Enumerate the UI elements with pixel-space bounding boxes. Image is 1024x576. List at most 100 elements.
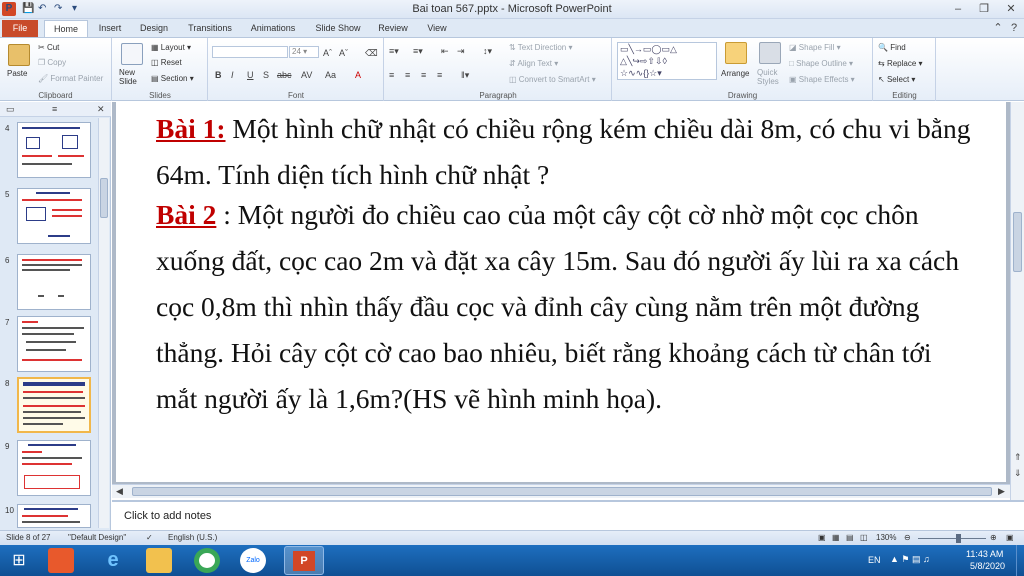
- powerpoint-taskbar-button[interactable]: P: [284, 546, 324, 575]
- chrome-icon[interactable]: [194, 548, 220, 573]
- zoom-in-icon[interactable]: ⊕: [990, 531, 997, 545]
- change-case-button[interactable]: Aa: [325, 70, 336, 80]
- slide-vertical-scrollbar[interactable]: ⇑ ⇓: [1010, 102, 1024, 502]
- bullets-icon[interactable]: ≡▾: [389, 46, 399, 56]
- replace-button[interactable]: ⇆ Replace ▾: [878, 58, 923, 69]
- strikethrough-button[interactable]: abc: [277, 70, 292, 80]
- slide-thumbnail[interactable]: 6: [0, 254, 100, 314]
- slideshow-view-icon[interactable]: ◫: [860, 531, 868, 545]
- clock-date[interactable]: 5/8/2020: [970, 561, 1005, 571]
- restore-icon[interactable]: ❐: [976, 2, 992, 16]
- shape-fill-button[interactable]: ◪ Shape Fill ▾: [789, 42, 841, 53]
- zoom-slider-thumb[interactable]: [956, 534, 961, 543]
- cut-button[interactable]: ✂ Cut: [38, 42, 59, 53]
- panel-scroll-thumb[interactable]: [100, 178, 108, 218]
- font-name-field[interactable]: [212, 46, 288, 58]
- convert-smartart-button[interactable]: ◫ Convert to SmartArt ▾: [509, 74, 596, 85]
- shape-outline-button[interactable]: □ Shape Outline ▾: [789, 58, 853, 69]
- line-spacing-icon[interactable]: ↕▾: [483, 46, 492, 56]
- justify-icon[interactable]: ≡: [437, 70, 442, 80]
- outline-tab-icon[interactable]: ≡: [52, 104, 57, 114]
- minimize-ribbon-icon[interactable]: ⌃: [990, 21, 1006, 35]
- tab-view[interactable]: View: [420, 20, 454, 37]
- spellcheck-icon[interactable]: ✓: [146, 531, 153, 545]
- reset-button[interactable]: ◫ Reset: [151, 57, 182, 68]
- close-panel-icon[interactable]: ✕: [97, 104, 105, 114]
- find-button[interactable]: 🔍 Find: [878, 42, 906, 53]
- notes-pane[interactable]: Click to add notes: [112, 500, 1024, 530]
- help-icon[interactable]: ?: [1006, 21, 1022, 35]
- font-color-button[interactable]: A: [355, 70, 361, 80]
- columns-icon[interactable]: ‖▾: [461, 70, 469, 80]
- tab-insert[interactable]: Insert: [91, 20, 129, 37]
- align-center-icon[interactable]: ≡: [405, 70, 410, 80]
- copy-button[interactable]: ❐ Copy: [38, 57, 66, 68]
- tab-transitions[interactable]: Transitions: [182, 20, 238, 37]
- zoom-slider[interactable]: [918, 538, 986, 539]
- slide-thumbnail[interactable]: 5: [0, 188, 100, 248]
- shapes-gallery[interactable]: ▭╲→▭◯▭△ △╲↪⇨⇧⇩◊ ☆∿∿{}☆▾: [617, 42, 717, 80]
- problem-2-text[interactable]: Bài 2 : Một người đo chiều cao của một c…: [156, 192, 971, 422]
- decrease-indent-icon[interactable]: ⇤: [441, 46, 449, 56]
- ie-icon[interactable]: e: [100, 548, 126, 573]
- new-slide-icon[interactable]: [121, 43, 143, 65]
- zoom-level[interactable]: 130%: [876, 531, 896, 545]
- shape-effects-button[interactable]: ▣ Shape Effects ▾: [789, 74, 855, 85]
- tab-file[interactable]: File: [2, 20, 38, 37]
- slide-thumbnail[interactable]: 9: [0, 440, 100, 500]
- reading-view-icon[interactable]: ▤: [846, 531, 854, 545]
- select-button[interactable]: ↖ Select ▾: [878, 74, 915, 85]
- quick-styles-icon[interactable]: [759, 42, 781, 64]
- char-spacing-button[interactable]: AV: [301, 70, 312, 80]
- shadow-button[interactable]: S: [263, 70, 269, 80]
- close-icon[interactable]: ✕: [1003, 2, 1019, 16]
- normal-view-icon[interactable]: ▣: [818, 531, 826, 545]
- slide[interactable]: Bài 1: Một hình chữ nhật có chiều rộng k…: [116, 102, 1006, 482]
- slide-thumbnail[interactable]: 4: [0, 122, 100, 182]
- office-icon[interactable]: [48, 548, 74, 573]
- zalo-icon[interactable]: Zalo: [240, 548, 266, 573]
- previous-slide-icon[interactable]: ⇑: [1014, 452, 1022, 462]
- grow-font-icon[interactable]: Aˆ: [323, 48, 332, 58]
- start-icon[interactable]: ⊞: [6, 548, 32, 573]
- text-direction-button[interactable]: ⇅ Text Direction ▾: [509, 42, 573, 53]
- explorer-icon[interactable]: [146, 548, 172, 573]
- slides-tab-icon[interactable]: ▭: [6, 104, 15, 114]
- clear-format-icon[interactable]: ⌫: [365, 48, 378, 58]
- paste-button[interactable]: Paste: [7, 68, 27, 79]
- tab-animations[interactable]: Animations: [246, 20, 300, 37]
- italic-button[interactable]: I: [231, 70, 234, 80]
- align-right-icon[interactable]: ≡: [421, 70, 426, 80]
- slide-thumbnail[interactable]: 7: [0, 316, 100, 376]
- underline-button[interactable]: U: [247, 70, 254, 80]
- show-desktop-button[interactable]: [1016, 545, 1024, 576]
- horizontal-scroll-thumb[interactable]: [132, 487, 992, 496]
- bold-button[interactable]: B: [215, 70, 222, 80]
- paste-icon[interactable]: [8, 44, 30, 66]
- new-slide-button[interactable]: New Slide: [119, 68, 137, 86]
- fit-to-window-icon[interactable]: ▣: [1006, 531, 1014, 545]
- panel-scrollbar[interactable]: [98, 118, 109, 528]
- slide-horizontal-scrollbar[interactable]: ◀ ▶: [112, 484, 1010, 498]
- quick-styles-button[interactable]: Quick Styles: [757, 68, 779, 86]
- scroll-right-icon[interactable]: ▶: [998, 486, 1005, 496]
- tray-icons[interactable]: ▲ ⚑ ▤ ♫: [890, 554, 930, 565]
- scroll-left-icon[interactable]: ◀: [116, 486, 123, 496]
- tab-slide-show[interactable]: Slide Show: [310, 20, 366, 37]
- tab-design[interactable]: Design: [134, 20, 174, 37]
- tab-review[interactable]: Review: [374, 20, 412, 37]
- font-size-field[interactable]: 24 ▾: [289, 46, 319, 58]
- section-button[interactable]: ▤ Section ▾: [151, 73, 194, 84]
- slide-sorter-icon[interactable]: ▦: [832, 531, 840, 545]
- align-left-icon[interactable]: ≡: [389, 70, 394, 80]
- layout-button[interactable]: ▦ Layout ▾: [151, 42, 191, 53]
- format-painter-button[interactable]: 🖌 Format Painter: [38, 73, 103, 84]
- vertical-scroll-thumb[interactable]: [1013, 212, 1022, 272]
- shrink-font-icon[interactable]: Aˇ: [339, 48, 348, 58]
- zoom-out-icon[interactable]: ⊖: [904, 531, 911, 545]
- language-indicator[interactable]: English (U.S.): [168, 531, 217, 545]
- language-tray[interactable]: EN: [868, 555, 881, 565]
- arrange-button[interactable]: Arrange: [721, 68, 749, 79]
- slide-thumbnail-selected[interactable]: 8: [0, 377, 100, 437]
- tab-home[interactable]: Home: [44, 20, 88, 37]
